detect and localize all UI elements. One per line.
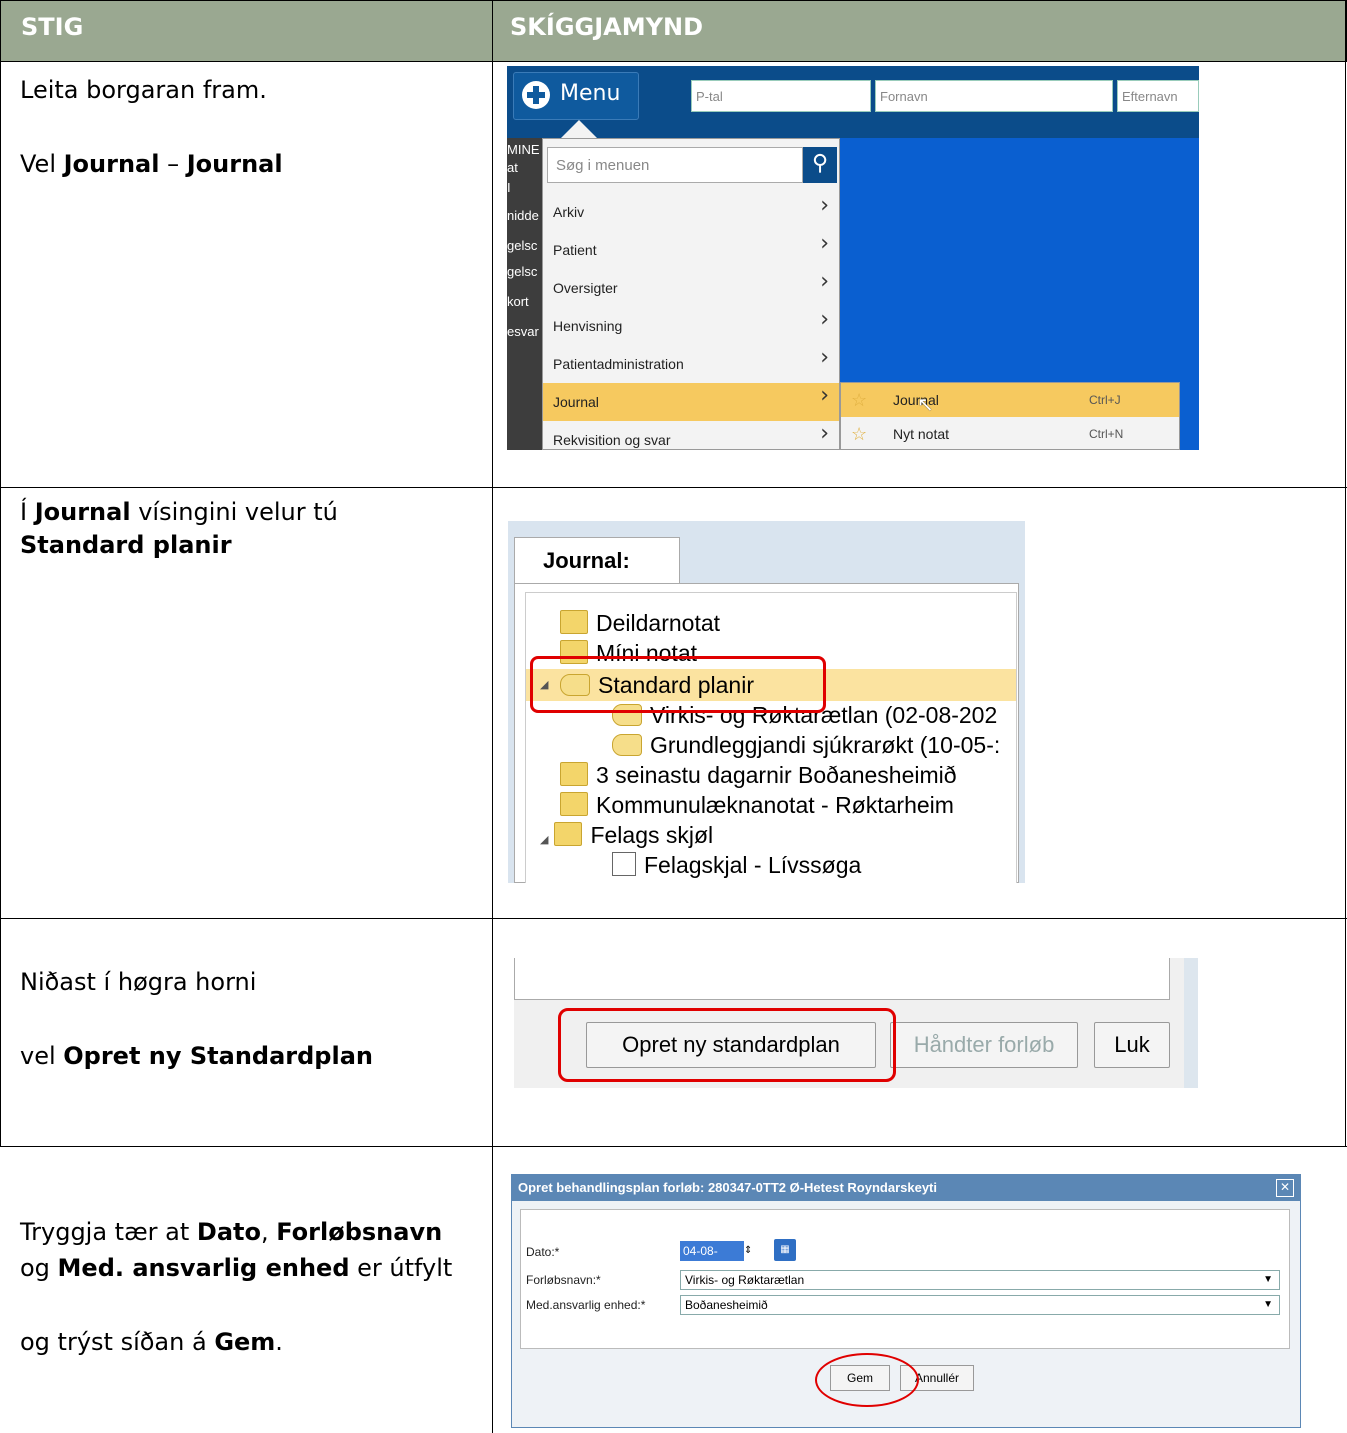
folder-icon <box>554 822 583 846</box>
row-divider <box>0 1146 1347 1147</box>
folder-icon <box>560 792 588 816</box>
dropdown-arrow-icon: ▼ <box>1263 1299 1273 1310</box>
ptal-field[interactable]: P-tal <box>691 80 871 112</box>
forlobsnavn-select[interactable]: Virkis- og Røktarætlan ▼ <box>680 1270 1280 1290</box>
window-edge <box>1184 958 1198 1088</box>
table-header: STIG SKÍGGJAMYND <box>0 0 1347 62</box>
dropdown-arrow-icon: ▼ <box>1263 1274 1273 1285</box>
tab-journal[interactable]: Journal: <box>514 537 680 583</box>
med-ansvarlig-label: Med.ansvarlig enhed:* <box>526 1298 646 1312</box>
step1-line2: Vel Journal – Journal <box>20 150 283 178</box>
chevron-right-icon: › <box>820 345 829 370</box>
menu-item-rekvisition[interactable]: Rekvisition og svar › <box>543 421 839 450</box>
star-icon[interactable]: ☆ <box>851 417 867 450</box>
chevron-right-icon: › <box>820 383 829 408</box>
submenu-item-journal[interactable]: ☆ Journal Ctrl+J <box>841 383 1179 417</box>
search-icon[interactable]: ⚲ <box>803 147 837 183</box>
step4-line3: og trýst síðan á Gem. <box>20 1328 283 1356</box>
efternavn-field[interactable]: Efternavn <box>1117 80 1199 112</box>
star-icon[interactable]: ☆ <box>851 383 867 417</box>
step4-line1: Tryggja tær at Dato, Forløbsnavn <box>20 1218 443 1246</box>
header-col-skiggjamynd: SKÍGGJAMYND <box>510 13 703 41</box>
menu-item-henvisning[interactable]: Henvisning › <box>543 307 839 345</box>
plus-icon <box>522 81 550 109</box>
menu-item-journal[interactable]: Journal › <box>543 383 839 421</box>
row-divider <box>0 61 1347 62</box>
table-right-border <box>1345 0 1346 1146</box>
step4-line2: og Med. ansvarlig enhed er útfylt <box>20 1254 453 1282</box>
mouse-cursor-icon: ↖ <box>917 392 934 416</box>
highlight-oval <box>815 1353 919 1407</box>
dialog-title: Opret behandlingsplan forløb: 280347-0TT… <box>512 1175 1300 1201</box>
step1-line1: Leita borgaran fram. <box>20 76 267 104</box>
folder-icon <box>560 762 588 786</box>
row-divider <box>0 487 1347 488</box>
step3-line2: vel Opret ny Standardplan <box>20 1042 373 1070</box>
step2-line1: Í Journal vísingini velur tú <box>20 498 338 526</box>
expand-triangle-icon[interactable]: ◢ <box>540 834 548 846</box>
dato-field[interactable]: 04-08-2022 <box>680 1241 744 1278</box>
date-spinner-icon[interactable]: ⇕ <box>744 1241 756 1261</box>
forlobsnavn-label: Forløbsnavn:* <box>526 1273 601 1287</box>
highlight-box <box>558 1008 896 1082</box>
folder-icon <box>560 610 588 634</box>
dropdown-pointer <box>561 120 597 138</box>
highlight-box <box>530 656 826 713</box>
column-divider <box>492 0 493 1433</box>
chevron-right-icon: › <box>820 193 829 218</box>
chevron-right-icon: › <box>820 231 829 256</box>
menu-screenshot: Menu P-tal Fornavn Efternavn MINE at I n… <box>507 66 1199 450</box>
menu-search-input[interactable]: Søg i menuen <box>547 147 803 183</box>
menu-button[interactable]: Menu <box>513 72 639 120</box>
chevron-right-icon: › <box>820 421 829 446</box>
step2-line2: Standard planir <box>20 531 232 559</box>
menu-item-patientadministration[interactable]: Patientadministration › <box>543 345 839 383</box>
luk-button[interactable]: Luk <box>1094 1022 1170 1068</box>
buttons-screenshot: Opret ny standardplan Håndter forløb Luk <box>514 958 1198 1088</box>
close-icon[interactable]: ✕ <box>1276 1179 1294 1197</box>
chevron-right-icon: › <box>820 269 829 294</box>
menu-dropdown: Søg i menuen ⚲ Arkiv › Patient › Oversigte… <box>542 138 840 450</box>
menu-item-oversigter[interactable]: Oversigter › <box>543 269 839 307</box>
table-left-border <box>0 0 1 1146</box>
tree-item[interactable]: Kommunulæknanotat - Røktarheim <box>560 789 954 821</box>
fornavn-field[interactable]: Fornavn <box>875 80 1113 112</box>
journal-submenu: ☆ Journal Ctrl+J ☆ Nyt notat Ctrl+N <box>840 382 1180 450</box>
handter-forlob-button[interactable]: Håndter forløb <box>890 1022 1078 1068</box>
step3-line1: Niðast í høgra horni <box>20 968 257 996</box>
calendar-icon[interactable]: ▦ <box>774 1239 796 1261</box>
row-divider <box>0 918 1347 919</box>
document-icon <box>612 852 636 876</box>
tree-item[interactable]: Grundleggjandi sjúkrarøkt (10-05-: <box>612 729 1000 761</box>
journal-panel: Deildarnotat Míni notat ◢ Standard plani… <box>514 583 1019 883</box>
menu-item-arkiv[interactable]: Arkiv › <box>543 193 839 231</box>
tree-item[interactable]: Deildarnotat <box>560 607 720 639</box>
chevron-right-icon: › <box>820 307 829 332</box>
left-strip: MINE at I nidde gelsc gelsc kort esvar <box>507 138 542 450</box>
tree-item[interactable]: Felagskjal - Lívssøga <box>612 849 861 881</box>
tree-item[interactable]: ◢ Felags skjøl <box>540 819 713 851</box>
dato-label: Dato:* <box>526 1245 560 1259</box>
journal-tree: Deildarnotat Míni notat ◢ Standard plani… <box>525 592 1017 883</box>
hand-icon <box>612 734 642 756</box>
dialog-screenshot: Opret behandlingsplan forløb: 280347-0TT… <box>511 1174 1301 1428</box>
tree-item[interactable]: 3 seinastu dagarnir Boðanesheimið <box>560 759 957 791</box>
header-col-stig: STIG <box>21 13 84 41</box>
menu-item-patient[interactable]: Patient › <box>543 231 839 269</box>
med-ansvarlig-select[interactable]: Boðanesheimið ▼ <box>680 1295 1280 1315</box>
submenu-item-nyt-notat[interactable]: ☆ Nyt notat Ctrl+N <box>841 417 1179 450</box>
content-area <box>514 958 1170 1000</box>
journal-tree-screenshot: Journal: Deildarnotat Míni notat ◢ Stand… <box>508 521 1025 883</box>
